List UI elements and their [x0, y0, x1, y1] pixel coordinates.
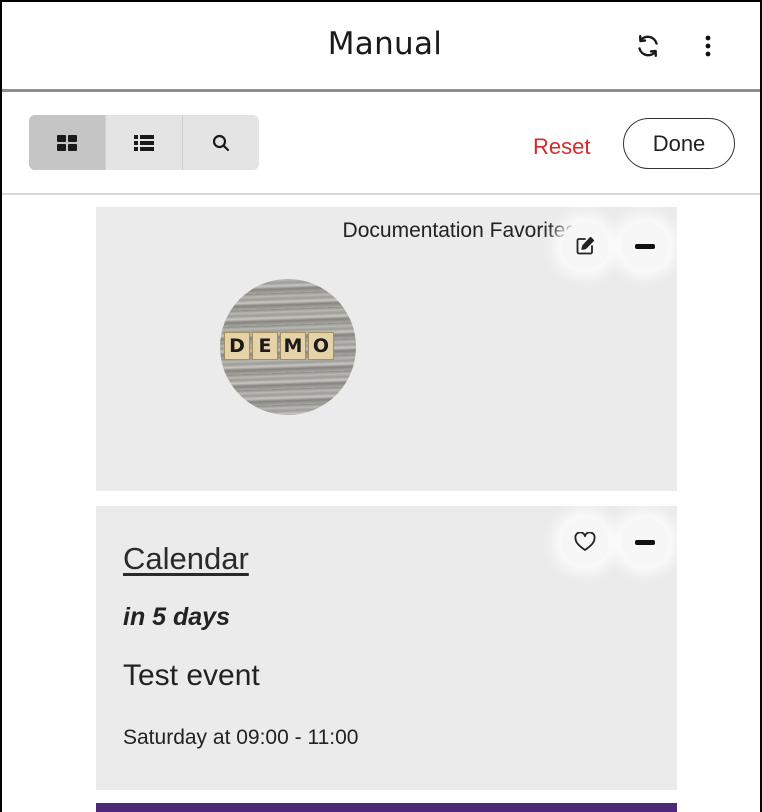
tile-o: O: [308, 332, 334, 360]
list-view-button[interactable]: [106, 115, 183, 170]
list-view-icon: [134, 134, 154, 151]
edit-widget-button[interactable]: [561, 222, 609, 270]
remove-icon: [635, 243, 655, 249]
done-button[interactable]: Done: [623, 118, 735, 169]
grid-view-button[interactable]: [29, 115, 106, 170]
favorite-button[interactable]: [561, 518, 609, 566]
event-time: Saturday at 09:00 - 11:00: [123, 726, 359, 749]
tile-m: M: [280, 332, 306, 360]
remove-widget-button[interactable]: [621, 518, 669, 566]
app-header: Manual: [2, 2, 760, 90]
search-button[interactable]: [183, 115, 259, 170]
demo-thumbnail[interactable]: D E M O: [220, 279, 356, 415]
search-icon: [212, 134, 230, 151]
demo-tiles: D E M O: [224, 332, 334, 360]
grid-view-icon: [57, 134, 77, 151]
event-relative-date: in 5 days: [123, 603, 230, 631]
next-widget-edge: [96, 803, 677, 812]
edit-icon: [576, 236, 595, 255]
toolbar: Reset Done: [2, 92, 760, 194]
heart-icon: [574, 532, 596, 551]
event-title[interactable]: Test event: [123, 659, 260, 693]
remove-icon: [635, 539, 655, 545]
more-vertical-icon[interactable]: [690, 28, 726, 64]
refresh-icon[interactable]: [630, 28, 666, 64]
calendar-widget: Calendar in 5 days Test event Saturday a…: [96, 506, 677, 790]
documentation-favorites-widget: Documentation Favorites D E M O: [96, 207, 677, 491]
reset-button[interactable]: Reset: [533, 134, 590, 160]
toolbar-divider: [2, 193, 760, 195]
widget-title: Documentation Favorites: [342, 219, 576, 242]
remove-widget-button[interactable]: [621, 222, 669, 270]
calendar-link[interactable]: Calendar: [123, 541, 249, 577]
tile-e: E: [252, 332, 278, 360]
view-mode-segmented-control: [29, 115, 259, 170]
tile-d: D: [224, 332, 250, 360]
